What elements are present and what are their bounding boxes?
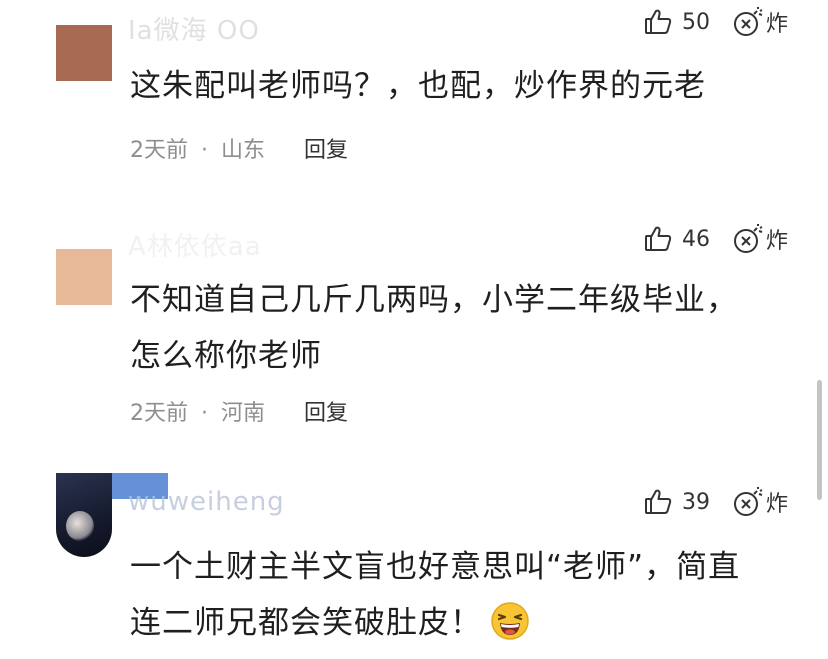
comment-text-line: 怎么称你老师	[130, 338, 322, 374]
bomb-label: 炸	[765, 492, 788, 517]
thumbs-up-icon[interactable]	[643, 487, 673, 517]
bomb-button[interactable]: 炸	[732, 223, 788, 255]
bomb-icon	[732, 486, 764, 518]
meta-separator: ·	[201, 138, 208, 163]
comment-meta: 2天前 · 河南 回复	[130, 395, 348, 427]
bomb-icon	[732, 223, 764, 255]
comment-time: 2天前	[130, 401, 188, 426]
like-count: 39	[681, 489, 710, 515]
thumbs-up-icon[interactable]	[643, 7, 673, 37]
reply-button[interactable]: 回复	[304, 138, 348, 163]
meta-separator: ·	[201, 401, 208, 426]
scrollbar[interactable]	[817, 380, 822, 500]
comment-text: 一个土财主半文盲也好意思叫“老师”，简直 连二师兄都会笑破肚皮！	[130, 539, 800, 651]
laughing-emoji-icon	[490, 601, 530, 641]
comment-location: 山东	[221, 138, 266, 163]
comment-text-fragment: 连二师兄都会笑破肚皮！	[130, 605, 482, 641]
comment-text-line: 不知道自己几斤几两吗，小学二年级毕业，	[130, 282, 738, 318]
bomb-label: 炸	[765, 229, 788, 254]
comment-text-line: 一个土财主半文盲也好意思叫“老师”，简直	[130, 549, 741, 585]
username[interactable]: A林依依aa	[128, 226, 262, 263]
comment-location: 河南	[221, 401, 266, 426]
bomb-label: 炸	[765, 12, 788, 37]
comment-text: 这朱配叫老师吗？，也配，炒作界的元老	[130, 68, 706, 104]
bomb-button[interactable]: 炸	[732, 486, 788, 518]
avatar-highlight	[66, 511, 94, 541]
avatar[interactable]	[56, 25, 112, 81]
avatar[interactable]	[56, 249, 112, 305]
bomb-button[interactable]: 炸	[732, 6, 788, 38]
thumbs-up-icon[interactable]	[643, 224, 673, 254]
comment-time: 2天前	[130, 138, 188, 163]
comment-actions: 39 炸	[643, 484, 788, 520]
username[interactable]: Ia微海 OO	[128, 10, 260, 47]
comment-meta: 2天前 · 山东 回复	[130, 132, 348, 164]
bomb-icon	[732, 6, 764, 38]
username[interactable]: wuweiheng	[128, 487, 285, 517]
comment-actions: 46 炸	[643, 221, 788, 257]
comment-text: 不知道自己几斤几两吗，小学二年级毕业， 怎么称你老师	[130, 272, 800, 384]
like-count: 50	[681, 9, 710, 35]
like-count: 46	[681, 226, 710, 252]
comment-actions: 50 炸	[643, 4, 788, 40]
reply-button[interactable]: 回复	[304, 401, 348, 426]
comment-text-line: 连二师兄都会笑破肚皮！	[130, 595, 800, 651]
avatar[interactable]	[56, 473, 112, 557]
